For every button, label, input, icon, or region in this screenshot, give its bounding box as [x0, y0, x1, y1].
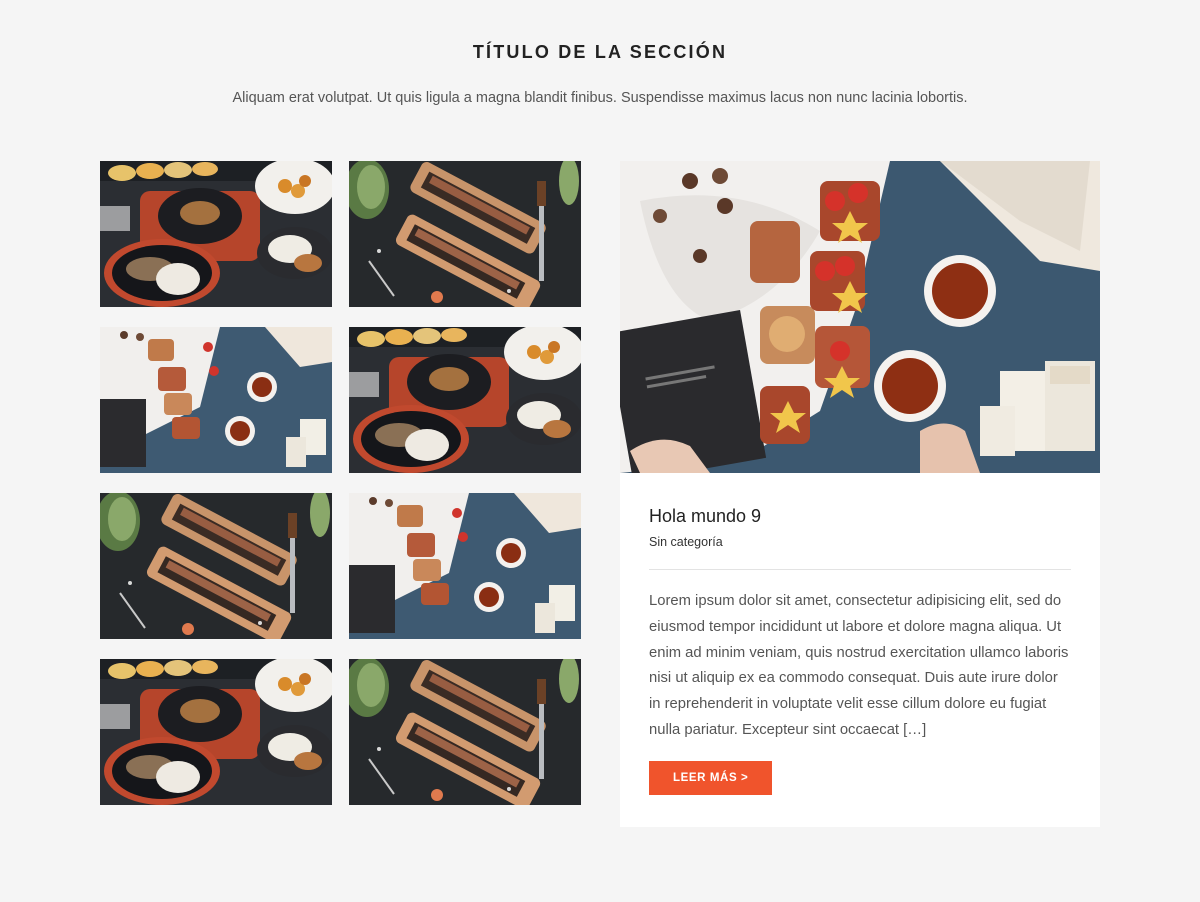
- seafood-dinner-photo: [349, 327, 581, 473]
- section-subtitle: Aliquam erat volutpat. Ut quis ligula a …: [232, 90, 968, 106]
- featured-post-card: Hola mundo 9 Sin categoría Lorem ipsum d…: [620, 161, 1100, 827]
- sushi-board-photo: [349, 659, 581, 805]
- seafood-dinner-photo: [100, 659, 332, 805]
- thumbnail-tea-toast[interactable]: [100, 327, 332, 473]
- read-more-button[interactable]: LEER MÁS >: [649, 760, 773, 795]
- sushi-board-photo: [349, 161, 581, 307]
- thumbnail-seafood-dinner[interactable]: [349, 327, 581, 473]
- thumbnail-tea-toast[interactable]: [349, 493, 581, 639]
- thumbnail-seafood-dinner[interactable]: [100, 659, 332, 805]
- featured-post-image[interactable]: [620, 161, 1100, 473]
- card-body: Hola mundo 9 Sin categoría Lorem ipsum d…: [620, 506, 1100, 795]
- tea-toast-photo: [349, 493, 581, 639]
- post-title[interactable]: Hola mundo 9: [649, 506, 1071, 527]
- thumbnail-sushi-board[interactable]: [349, 659, 581, 805]
- tea-toast-photo: [620, 161, 1100, 473]
- seafood-dinner-photo: [100, 161, 332, 307]
- page: TÍTULO DE LA SECCIÓN Aliquam erat volutp…: [0, 0, 1200, 902]
- tea-toast-photo: [100, 327, 332, 473]
- divider: [649, 569, 1071, 570]
- post-category-link[interactable]: Sin categoría: [649, 535, 723, 549]
- sushi-board-photo: [100, 493, 332, 639]
- thumbnail-sushi-board[interactable]: [349, 161, 581, 307]
- post-excerpt: Lorem ipsum dolor sit amet, consectetur …: [649, 593, 1069, 738]
- thumbnail-seafood-dinner[interactable]: [100, 161, 332, 307]
- thumbnail-sushi-board[interactable]: [100, 493, 332, 639]
- section-title: TÍTULO DE LA SECCIÓN: [472, 42, 728, 62]
- thumbnail-grid: [100, 161, 581, 805]
